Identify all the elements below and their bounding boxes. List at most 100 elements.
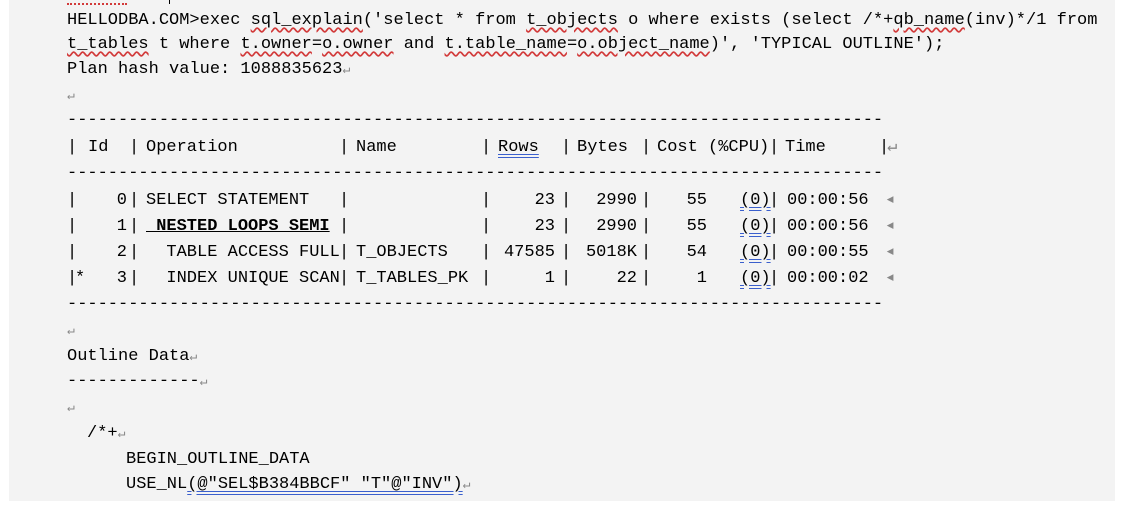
col-sep: | bbox=[339, 138, 350, 157]
plan-hash-line: Plan hash value: 1088835623↵ bbox=[67, 59, 350, 81]
hint-open: /*+ bbox=[87, 424, 118, 443]
header-id: Id bbox=[88, 138, 109, 157]
column-t-owner: t.owner bbox=[240, 35, 312, 54]
header-cost: Cost (%CPU) bbox=[657, 138, 770, 157]
cell-time: 00:00:55 bbox=[787, 243, 869, 262]
cell-operation: TABLE ACCESS FULL bbox=[146, 243, 340, 262]
paragraph-mark-icon: ↵ bbox=[67, 88, 75, 103]
cell-prefix: * bbox=[75, 269, 86, 288]
col-sep: | bbox=[641, 138, 652, 157]
cell-bytes: 2990 bbox=[596, 191, 637, 210]
sql-text-part: t where bbox=[148, 35, 241, 54]
header-name: Name bbox=[356, 138, 397, 157]
table-t-tables: t_tables bbox=[67, 35, 149, 54]
cell-name: T_OBJECTS bbox=[356, 243, 448, 262]
col-sep: | bbox=[481, 138, 492, 157]
col-sep: | bbox=[641, 191, 652, 210]
col-sep: | bbox=[129, 217, 140, 236]
sql-text-part: ('select * from bbox=[362, 11, 527, 30]
use-nl-hint: USE_NL bbox=[126, 475, 188, 494]
col-sep: | bbox=[339, 243, 350, 262]
begin-outline-data: BEGIN_OUTLINE_DATA bbox=[126, 450, 310, 469]
use-nl-args: (@"SEL$B384BBCF" "T"@"INV") bbox=[187, 475, 463, 494]
cell-operation: INDEX UNIQUE SCAN bbox=[146, 269, 340, 288]
cell-time: 00:00:56 bbox=[787, 217, 869, 236]
outline-underline: ------------- bbox=[67, 372, 200, 391]
exec-keyword: exec bbox=[199, 11, 251, 30]
cursor-tick bbox=[169, 0, 170, 4]
cell-bytes: 2990 bbox=[596, 217, 637, 236]
cell-cost: 55 bbox=[686, 217, 707, 236]
col-sep: | bbox=[339, 217, 350, 236]
cell-time: 00:00:56 bbox=[787, 191, 869, 210]
plan-hash-value: Plan hash value: 1088835623 bbox=[67, 60, 343, 79]
col-sep: | bbox=[641, 217, 652, 236]
cell-cost: 54 bbox=[686, 243, 707, 262]
command-line-2: t_tables t where t.owner=o.owner and t.t… bbox=[67, 34, 944, 56]
command-line-1: HELLODBA.COM>exec sql_explain('select * … bbox=[67, 10, 1097, 32]
cell-marker-icon: ◂ bbox=[885, 243, 896, 262]
col-sep: | bbox=[339, 191, 350, 210]
hint-open-line: /*+↵ bbox=[87, 423, 125, 445]
outline-underline-line: -------------↵ bbox=[67, 371, 207, 393]
cell-cpu: (0) bbox=[740, 243, 771, 262]
cell-id: 1 bbox=[116, 217, 127, 236]
cell-marker-icon: ◂ bbox=[885, 217, 896, 236]
col-sep: | bbox=[67, 191, 78, 210]
col-sep: | bbox=[769, 191, 780, 210]
cell-rows: 23 bbox=[534, 191, 555, 210]
table-t-objects: t_objects bbox=[526, 11, 618, 30]
col-sep: | bbox=[641, 243, 652, 262]
sql-text-part: (inv)*/1 from bbox=[964, 11, 1098, 30]
col-sep: | bbox=[129, 243, 140, 262]
col-sep: | bbox=[769, 243, 780, 262]
cell-cost: 55 bbox=[686, 191, 707, 210]
column-o-owner: o.owner bbox=[322, 35, 394, 54]
table-border-bottom: ----------------------------------------… bbox=[67, 295, 884, 314]
cell-cpu: (0) bbox=[740, 269, 771, 288]
header-bytes: Bytes bbox=[577, 138, 629, 157]
cell-rows: 47585 bbox=[503, 243, 555, 262]
hint-qb-name: qb_name bbox=[893, 11, 965, 30]
paragraph-mark-icon: ↵ bbox=[462, 477, 471, 492]
col-sep: | bbox=[67, 243, 78, 262]
col-sep: | bbox=[67, 138, 78, 157]
paragraph-mark-icon: ↵ bbox=[189, 349, 198, 364]
column-table-name: t.table_name bbox=[444, 35, 567, 54]
document-page: HELLODBA.COM>exec sql_explain('select * … bbox=[9, 0, 1115, 501]
table-border-top: ----------------------------------------… bbox=[67, 111, 884, 130]
paragraph-mark-icon: ↵ bbox=[887, 138, 898, 157]
cell-cost: 1 bbox=[696, 269, 707, 288]
paragraph-mark-icon: ↵ bbox=[199, 374, 208, 389]
col-sep: | bbox=[561, 138, 572, 157]
cell-marker-icon: ◂ bbox=[885, 269, 896, 288]
col-sep: | bbox=[339, 269, 350, 288]
cell-marker-icon: ◂ bbox=[885, 191, 896, 210]
col-sep: | bbox=[129, 269, 140, 288]
sql-text-part: )', 'TYPICAL OUTLINE'); bbox=[709, 35, 945, 54]
blank-line: ↵ bbox=[67, 85, 75, 107]
outline-title: Outline Data bbox=[67, 347, 190, 366]
column-object-name: o.object_name bbox=[577, 35, 710, 54]
cell-bytes: 5018K bbox=[585, 243, 637, 262]
cell-id: 2 bbox=[116, 243, 127, 262]
cell-bytes: 22 bbox=[616, 269, 637, 288]
cell-cpu: (0) bbox=[740, 191, 771, 210]
cell-name: T_TABLES_PK bbox=[356, 269, 469, 288]
cell-operation: SELECT STATEMENT bbox=[146, 191, 310, 210]
header-rows: Rows bbox=[498, 138, 539, 157]
col-sep: | bbox=[129, 191, 140, 210]
procedure-name: sql_explain bbox=[250, 11, 363, 30]
blank-line: ↵ bbox=[67, 320, 75, 342]
table-border-mid: ----------------------------------------… bbox=[67, 164, 884, 183]
col-sep: | bbox=[769, 269, 780, 288]
cell-rows: 1 bbox=[544, 269, 555, 288]
paragraph-mark-icon: ↵ bbox=[342, 62, 351, 77]
sql-text-part: = bbox=[566, 35, 578, 54]
begin-outline-line: BEGIN_OUTLINE_DATA bbox=[126, 449, 310, 471]
cell-id: 0 bbox=[116, 191, 127, 210]
header-time: Time bbox=[785, 138, 826, 157]
sql-prompt: HELLODBA.COM> bbox=[67, 11, 200, 30]
blank-line: ↵ bbox=[67, 397, 75, 419]
paragraph-mark-icon: ↵ bbox=[67, 323, 75, 338]
